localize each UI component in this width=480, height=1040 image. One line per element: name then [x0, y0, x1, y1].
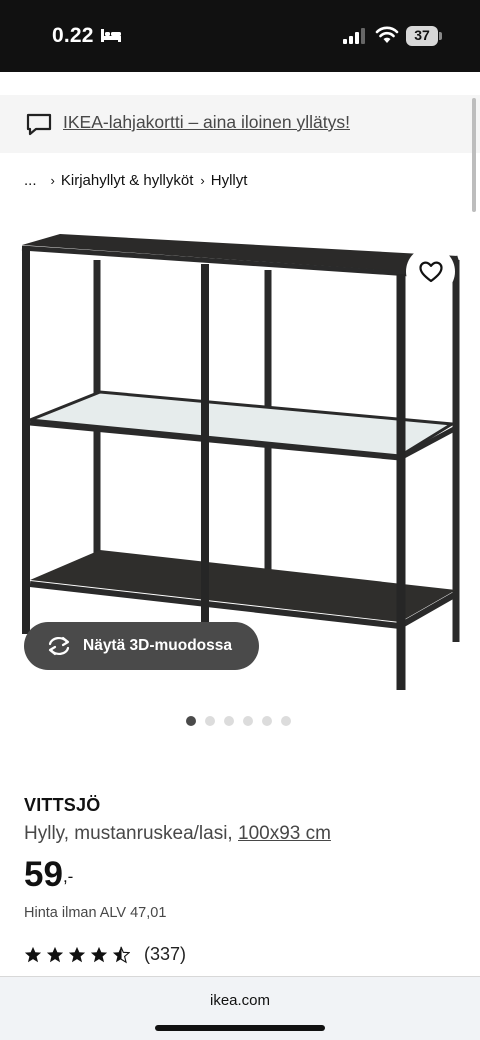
carousel-dot[interactable] [224, 716, 234, 726]
breadcrumb-ellipsis[interactable]: ... [24, 172, 37, 189]
price-whole: 59 [24, 855, 63, 894]
product-type: Hylly, mustanruskea/lasi, [24, 823, 238, 844]
breadcrumb: ... › Kirjahyllyt & hyllyköt › Hyllyt [24, 172, 247, 189]
chat-icon [26, 113, 52, 136]
product-dimensions-link[interactable]: 100x93 cm [238, 823, 331, 844]
bed-icon [101, 29, 121, 42]
price-without-vat: Hinta ilman ALV 47,01 [24, 905, 167, 921]
signal-icon [343, 28, 365, 44]
page-scrollbar[interactable] [472, 98, 476, 212]
view-3d-label: Näytä 3D-muodossa [83, 637, 233, 654]
breadcrumb-item-bookcases[interactable]: Kirjahyllyt & hyllyköt [61, 172, 194, 189]
star-full-icon [90, 946, 108, 962]
status-bar: 0.22 37 [0, 0, 480, 72]
heart-icon [418, 261, 443, 282]
carousel-dot[interactable] [186, 716, 196, 726]
view-3d-button[interactable]: Näytä 3D-muodossa [24, 622, 259, 670]
price-suffix: ,- [62, 867, 74, 886]
product-price: 59,- [24, 855, 73, 895]
carousel-dot[interactable] [262, 716, 272, 726]
carousel-pagination [186, 716, 291, 726]
carousel-dot[interactable] [281, 716, 291, 726]
chevron-right-icon: › [50, 173, 55, 188]
promo-link[interactable]: IKEA-lahjakortti – aina iloinen yllätys! [63, 112, 350, 133]
carousel-dot[interactable] [205, 716, 215, 726]
battery-icon: 37 [406, 26, 442, 46]
home-indicator [155, 1025, 325, 1031]
favorite-button[interactable] [406, 247, 455, 296]
browser-url-bar[interactable]: ikea.com [0, 976, 480, 1040]
promo-banner[interactable]: IKEA-lahjakortti – aina iloinen yllätys! [0, 95, 480, 153]
star-full-icon [68, 946, 86, 962]
chevron-right-icon: › [200, 173, 205, 188]
carousel-dot[interactable] [243, 716, 253, 726]
rotate-3d-icon [48, 636, 70, 656]
star-full-icon [46, 946, 64, 962]
star-full-icon [24, 946, 42, 962]
product-description: Hylly, mustanruskea/lasi, 100x93 cm [24, 823, 331, 845]
product-rating[interactable]: (337) [24, 944, 186, 965]
status-time: 0.22 [52, 24, 94, 47]
url-text[interactable]: ikea.com [0, 992, 480, 1009]
product-name: VITTSJÖ [24, 795, 101, 815]
rating-stars [24, 946, 130, 964]
rating-count[interactable]: (337) [144, 944, 186, 965]
breadcrumb-item-shelves[interactable]: Hyllyt [211, 172, 248, 189]
wifi-icon [375, 26, 399, 43]
battery-level: 37 [414, 27, 430, 43]
star-half-icon [112, 946, 130, 963]
